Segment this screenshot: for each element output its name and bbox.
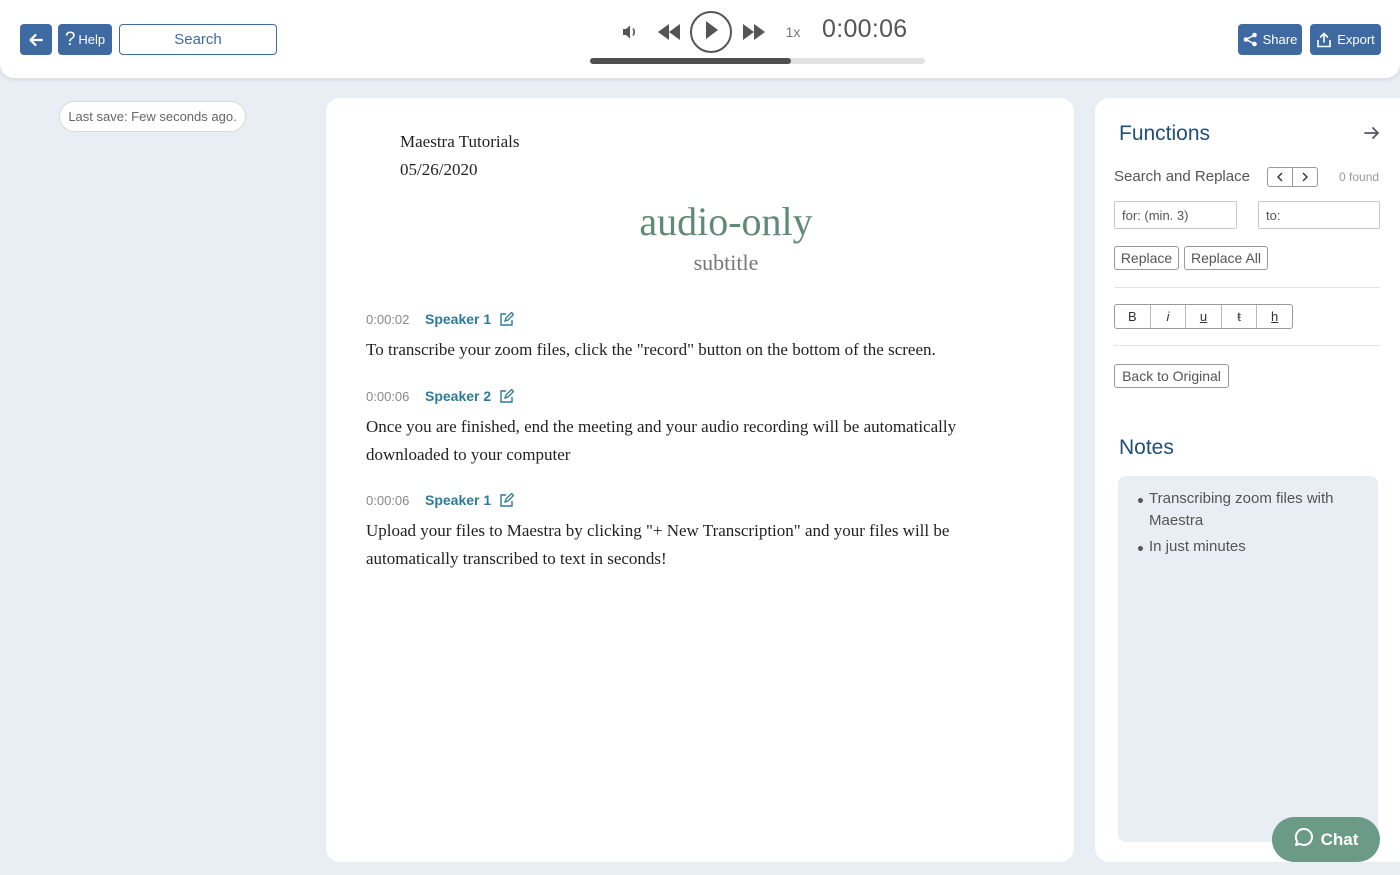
chat-bubble-icon xyxy=(1294,827,1314,852)
underline-button[interactable]: u xyxy=(1186,305,1222,328)
fast-forward-icon[interactable] xyxy=(740,22,768,42)
document-title[interactable]: audio-only xyxy=(326,198,1126,245)
question-icon: ? xyxy=(64,29,76,50)
replace-to-input[interactable]: to: xyxy=(1258,201,1380,229)
share-icon xyxy=(1243,32,1258,47)
transcript-segment: 0:00:06 Speaker 2 Once you are finished,… xyxy=(366,386,1006,469)
export-icon xyxy=(1316,31,1332,48)
export-label: Export xyxy=(1337,32,1375,47)
edit-icon[interactable] xyxy=(499,388,515,404)
edit-icon[interactable] xyxy=(499,311,515,327)
segment-timestamp[interactable]: 0:00:06 xyxy=(366,389,425,404)
document-date: 05/26/2020 xyxy=(400,160,478,179)
search-button[interactable]: Search xyxy=(119,24,277,55)
top-toolbar: ? Help Search 1x 0:00:06 Share Export xyxy=(0,0,1400,78)
note-item[interactable]: In just minutes xyxy=(1138,536,1363,558)
highlight-button[interactable]: h xyxy=(1257,305,1292,328)
speaker-name[interactable]: Speaker 2 xyxy=(425,388,491,404)
volume-icon[interactable] xyxy=(618,22,642,42)
play-button[interactable] xyxy=(690,11,732,53)
chevron-right-icon[interactable] xyxy=(1293,168,1317,186)
strikethrough-button[interactable]: ŧ xyxy=(1222,305,1258,328)
speaker-name[interactable]: Speaker 1 xyxy=(425,311,491,327)
notes-title: Notes xyxy=(1119,436,1174,459)
back-button[interactable] xyxy=(20,24,52,55)
segment-text[interactable]: Once you are finished, end the meeting a… xyxy=(366,413,1006,469)
segment-timestamp[interactable]: 0:00:06 xyxy=(366,493,425,508)
edit-icon[interactable] xyxy=(499,492,515,508)
chat-button[interactable]: Chat xyxy=(1272,817,1380,862)
back-to-original-button[interactable]: Back to Original xyxy=(1114,364,1229,388)
time-display: 0:00:06 xyxy=(822,15,908,43)
found-count: 0 found xyxy=(1339,170,1380,184)
help-button[interactable]: ? Help xyxy=(58,24,112,55)
replace-button[interactable]: Replace xyxy=(1114,246,1179,270)
progress-bar[interactable] xyxy=(590,58,925,64)
notes-area[interactable]: Transcribing zoom files with Maestra In … xyxy=(1118,476,1378,842)
bold-button[interactable]: B xyxy=(1115,305,1151,328)
last-save-badge: Last save: Few seconds ago. xyxy=(59,101,246,132)
search-nav xyxy=(1267,167,1318,187)
play-icon xyxy=(703,20,719,45)
transcript-segment: 0:00:06 Speaker 1 Upload your files to M… xyxy=(366,490,1006,573)
progress-fill xyxy=(590,58,791,64)
segment-text[interactable]: To transcribe your zoom files, click the… xyxy=(366,336,1006,364)
document-project: Maestra Tutorials xyxy=(400,132,520,151)
divider xyxy=(1114,287,1380,288)
search-replace-label: Search and Replace xyxy=(1114,168,1250,185)
segment-timestamp[interactable]: 0:00:02 xyxy=(366,312,425,327)
transcript-document: Maestra Tutorials 05/26/2020 audio-only … xyxy=(326,98,1074,862)
segment-text[interactable]: Upload your files to Maestra by clicking… xyxy=(366,517,1006,573)
divider xyxy=(1114,345,1380,346)
share-button[interactable]: Share xyxy=(1238,24,1302,55)
speaker-name[interactable]: Speaker 1 xyxy=(425,492,491,508)
transcript-segment: 0:00:02 Speaker 1 To transcribe your zoo… xyxy=(366,309,1006,364)
search-for-input[interactable]: for: (min. 3) xyxy=(1114,201,1237,229)
speed-button[interactable]: 1x xyxy=(780,22,806,42)
export-button[interactable]: Export xyxy=(1310,24,1381,55)
document-subtitle[interactable]: subtitle xyxy=(326,250,1126,276)
share-label: Share xyxy=(1262,32,1298,47)
note-item[interactable]: Transcribing zoom files with Maestra xyxy=(1138,488,1363,532)
arrow-right-icon[interactable] xyxy=(1363,124,1383,144)
help-label: Help xyxy=(78,32,106,47)
chat-label: Chat xyxy=(1320,829,1359,849)
functions-panel: Functions Search and Replace 0 found for… xyxy=(1095,98,1400,862)
replace-all-button[interactable]: Replace All xyxy=(1184,246,1268,270)
arrow-left-icon xyxy=(28,32,44,48)
document-header: Maestra Tutorials 05/26/2020 xyxy=(400,128,519,184)
rewind-icon[interactable] xyxy=(655,22,683,42)
italic-button[interactable]: i xyxy=(1151,305,1187,328)
chevron-left-icon[interactable] xyxy=(1268,168,1293,186)
format-toolbar: B i u ŧ h xyxy=(1114,304,1293,329)
functions-title: Functions xyxy=(1119,122,1211,145)
